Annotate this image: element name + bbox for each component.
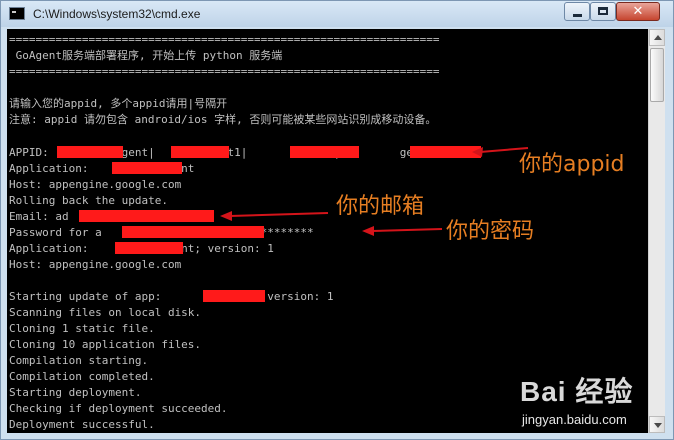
watermark-logo-text: Bai 经验 [520, 376, 634, 407]
redaction-mask [122, 226, 264, 238]
console-line: Cloning 1 static file. [9, 322, 155, 335]
redaction-mask [290, 146, 359, 158]
console-line: Host: appengine.google.com [9, 258, 182, 271]
annotation-email: 你的邮箱 [336, 194, 425, 219]
console-line: ========================================… [9, 65, 440, 78]
minimize-icon [573, 14, 582, 17]
minimize-button[interactable] [564, 2, 590, 21]
redaction-mask [57, 146, 123, 158]
maximize-icon [598, 7, 608, 15]
cmd-icon[interactable] [9, 7, 25, 20]
console-line: Scanning files on local disk. [9, 306, 202, 319]
console-line: Cloning 10 application files. [9, 338, 202, 351]
baidu-watermark: Bai 经验 jingyan.baidu.com [520, 370, 670, 436]
console-line: GoAgent服务端部署程序, 开始上传 python 服务端 [9, 49, 283, 62]
scroll-thumb[interactable] [650, 48, 664, 102]
close-button[interactable]: ✕ [616, 2, 660, 21]
arrow-password-icon [362, 226, 443, 236]
redaction-mask [112, 162, 182, 174]
console-line: Compilation completed. [9, 370, 155, 383]
watermark-url: jingyan.baidu.com [522, 412, 627, 427]
redaction-mask [79, 210, 214, 222]
console-line: 请输入您的appid, 多个appid请用|号隔开 [9, 97, 228, 110]
console-line: Rolling back the update. [9, 194, 168, 207]
scroll-up-icon[interactable] [649, 29, 665, 46]
console-line: Starting deployment. [9, 386, 142, 399]
redaction-mask [115, 242, 183, 254]
console-line: 注意: appid 请勿包含 android/ios 字样, 否则可能被某些网站… [9, 113, 437, 126]
close-icon: ✕ [632, 4, 644, 19]
console-line: Host: appengine.google.com [9, 178, 182, 191]
console-line: Deployment successful. [9, 418, 155, 431]
title-bar[interactable]: C:\Windows\system32\cmd.exe ✕ [1, 1, 673, 27]
console-line: Compilation starting. [9, 354, 149, 367]
redaction-mask [171, 146, 229, 158]
window-title: C:\Windows\system32\cmd.exe [33, 7, 201, 21]
arrow-email-icon [220, 211, 329, 221]
console-line: Email: ad [9, 210, 69, 223]
console-line: Starting update of app: agent, version: … [9, 290, 334, 303]
console-line: Checking if deployment succeeded. [9, 402, 228, 415]
annotation-appid: 你的appid [519, 152, 625, 177]
console-line: ========================================… [9, 33, 440, 46]
maximize-button[interactable] [590, 2, 616, 21]
redaction-mask [203, 290, 265, 302]
annotation-password: 你的密码 [446, 219, 535, 244]
